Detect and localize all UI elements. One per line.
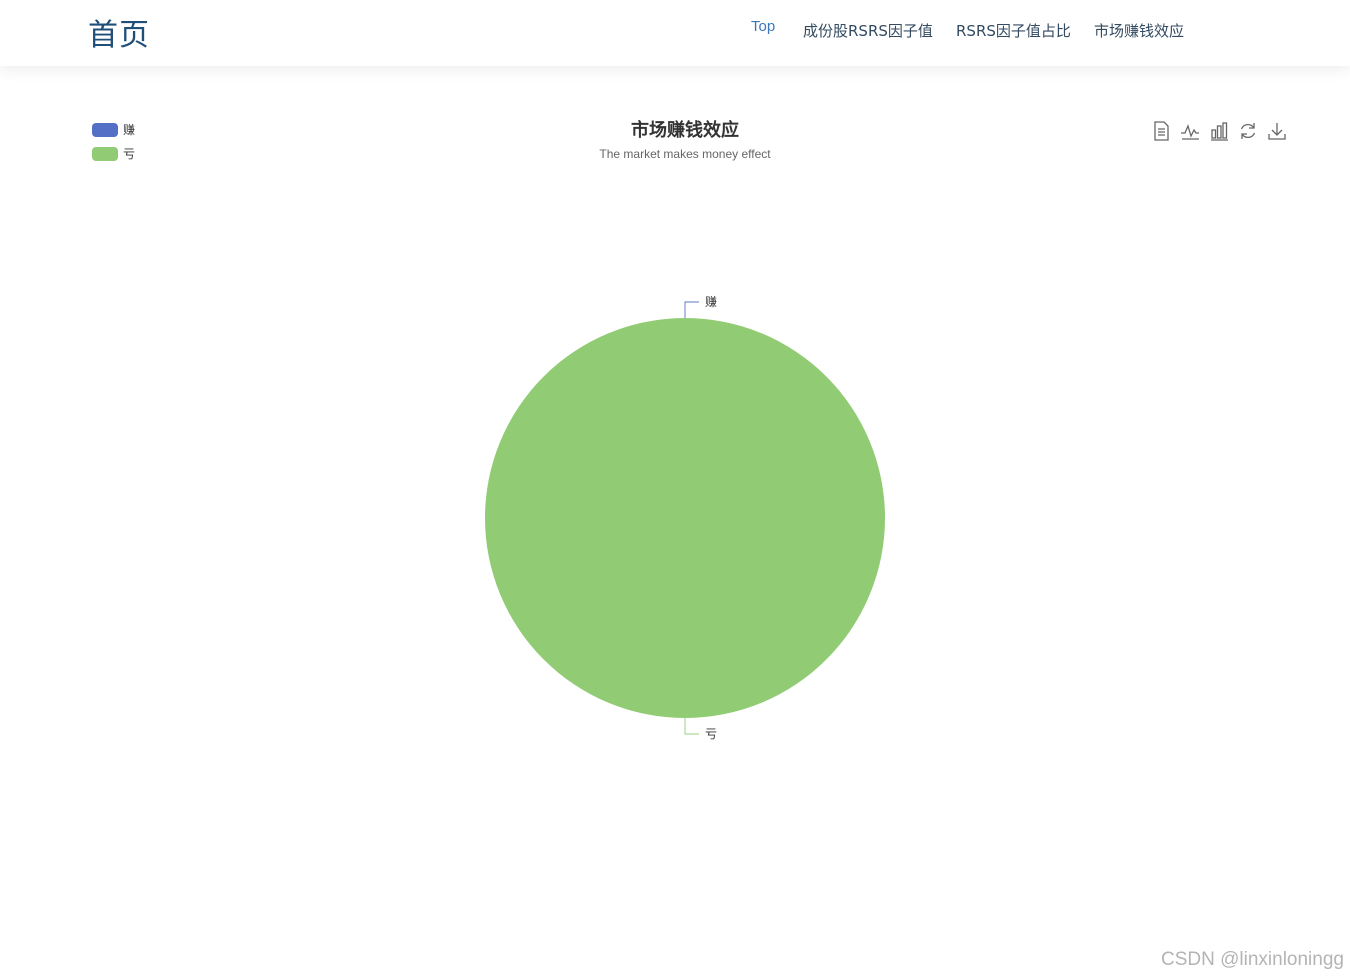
nav-item-constituent-rsrs[interactable]: 成份股RSRS因子值	[803, 20, 933, 41]
pie-slice-loss[interactable]	[485, 318, 885, 718]
pie-label: 亏	[705, 727, 717, 741]
top-navbar: 首页 Top 成份股RSRS因子值 RSRS因子值占比 市场赚钱效应	[0, 0, 1350, 66]
pie-chart: 赚亏	[485, 294, 885, 741]
nav-item-money-effect[interactable]: 市场赚钱效应	[1094, 20, 1184, 41]
nav-item-top[interactable]: Top	[751, 18, 775, 35]
pie-label: 赚	[705, 294, 717, 309]
nav-item-rsrs-ratio[interactable]: RSRS因子值占比	[956, 20, 1071, 41]
pie-leader-line	[684, 301, 699, 318]
brand-home-link[interactable]: 首页	[88, 10, 150, 54]
pie-leader-line	[684, 718, 699, 735]
watermark: CSDN @linxinloningg	[1161, 949, 1344, 970]
